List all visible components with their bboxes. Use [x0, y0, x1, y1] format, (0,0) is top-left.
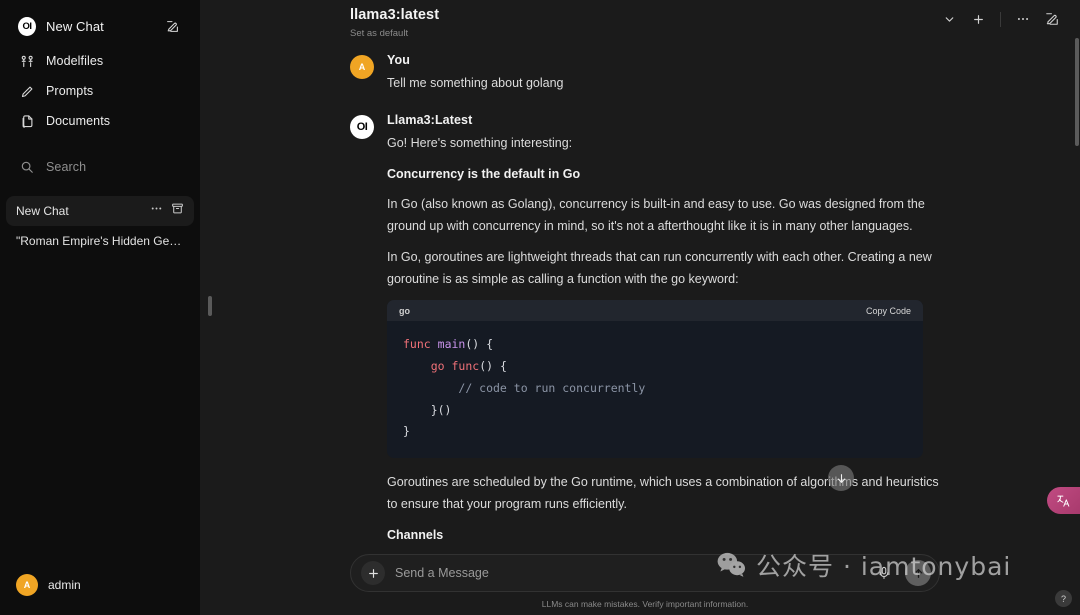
sidebar-search[interactable]: Search	[6, 152, 194, 182]
plus-icon[interactable]	[361, 561, 385, 585]
compose-icon[interactable]	[1042, 9, 1062, 29]
avatar: A	[350, 55, 374, 79]
assistant-paragraph-1: In Go (also known as Golang), concurrenc…	[387, 197, 925, 233]
chat-item-actions	[150, 202, 184, 220]
ellipsis-icon[interactable]	[1013, 9, 1033, 29]
chat-history-item[interactable]: "Roman Empire's Hidden Gems"	[6, 226, 194, 256]
sidebar-resize-handle[interactable]	[208, 296, 212, 316]
ellipsis-icon[interactable]	[150, 202, 163, 220]
sidebar-item-modelfiles-label: Modelfiles	[46, 54, 104, 68]
scroll-to-bottom-button[interactable]	[828, 465, 854, 491]
documents-icon	[18, 112, 36, 130]
plus-icon[interactable]	[968, 9, 988, 29]
assistant-heading-concurrency: Concurrency is the default in Go	[387, 167, 581, 181]
sidebar-search-label: Search	[46, 160, 87, 174]
set-as-default-link[interactable]: Set as default	[350, 28, 439, 39]
message-author: Llama3:Latest	[387, 112, 473, 127]
compose-icon[interactable]	[162, 16, 182, 36]
composer-area: LLMs can make mistakes. Verify important…	[200, 544, 1080, 615]
vertical-scrollbar[interactable]	[1075, 38, 1079, 146]
search-icon	[18, 158, 36, 176]
chat-header-left: llama3:latest Set as default	[350, 7, 439, 39]
sidebar-new-chat-label: New Chat	[46, 18, 104, 34]
chat-history-item-title: "Roman Empire's Hidden Gems"	[16, 234, 184, 248]
assistant-paragraph-3: Goroutines are scheduled by the Go runti…	[387, 475, 939, 511]
copy-code-button[interactable]: Copy Code	[866, 306, 911, 316]
message-input[interactable]	[395, 566, 863, 580]
sidebar-new-chat[interactable]: OI New Chat	[6, 10, 194, 42]
chat-header-actions	[939, 7, 1062, 29]
header-divider	[1000, 11, 1001, 27]
message-body: Llama3:Latest Go! Here's something inter…	[387, 113, 940, 556]
translate-icon	[1057, 495, 1070, 507]
logo-text: OI	[18, 16, 36, 36]
chat-history-item-active[interactable]: New Chat	[6, 196, 194, 226]
code-block-header: go Copy Code	[387, 300, 923, 321]
microphone-icon[interactable]	[873, 562, 895, 584]
assistant-paragraph-2: In Go, goroutines are lightweight thread…	[387, 250, 932, 286]
composer-disclaimer: LLMs can make mistakes. Verify important…	[541, 599, 749, 609]
assistant-intro-paragraph: Go! Here's something interesting:	[387, 135, 573, 150]
chat-history-list: New Chat "Roman Empire's Hidden Gems"	[0, 196, 200, 256]
archive-icon[interactable]	[171, 202, 184, 220]
code-block-content[interactable]: func main() { go func() { // code to run…	[387, 321, 923, 458]
main-panel: llama3:latest Set as default A You Tell …	[200, 0, 1080, 615]
sidebar-divider-gap	[0, 136, 200, 148]
chat-history-item-title: New Chat	[16, 204, 69, 218]
message-text: Tell me something about golang	[387, 76, 564, 90]
assistant-heading-channels: Channels	[387, 528, 444, 543]
message-body: You Tell me something about golang	[387, 53, 940, 95]
message-user: A You Tell me something about golang	[350, 53, 940, 95]
pencil-icon	[18, 82, 36, 100]
avatar: A	[16, 574, 38, 596]
app-root: OI New Chat Modelfiles Prompts Documents…	[0, 0, 1080, 615]
sidebar: OI New Chat Modelfiles Prompts Documents…	[0, 0, 200, 615]
openwebui-logo-icon: OI	[18, 16, 36, 36]
messages-scroll-area[interactable]: A You Tell me something about golang OI …	[200, 48, 1080, 615]
chat-header: llama3:latest Set as default	[200, 0, 1080, 48]
code-language-label: go	[399, 305, 410, 316]
code-block: go Copy Code func main() { go func() { /…	[387, 300, 923, 459]
help-button[interactable]: ?	[1055, 590, 1072, 607]
sidebar-item-documents[interactable]: Documents	[6, 106, 194, 136]
openwebui-logo-icon: OI	[350, 114, 374, 139]
sidebar-username: admin	[48, 578, 81, 592]
message-composer	[350, 554, 940, 592]
message-avatar: A	[350, 53, 374, 95]
model-title[interactable]: llama3:latest	[350, 7, 439, 23]
send-button[interactable]	[905, 560, 931, 586]
sidebar-item-documents-label: Documents	[46, 114, 111, 128]
sidebar-item-prompts[interactable]: Prompts	[6, 76, 194, 106]
sidebar-item-modelfiles[interactable]: Modelfiles	[6, 46, 194, 76]
modelfiles-icon	[18, 52, 36, 70]
translate-widget-button[interactable]	[1047, 487, 1080, 514]
message-avatar: OI	[350, 113, 374, 556]
sidebar-user-menu[interactable]: A admin	[6, 565, 194, 605]
message-author: You	[387, 53, 410, 67]
sidebar-item-prompts-label: Prompts	[46, 84, 94, 98]
chevron-down-icon[interactable]	[939, 9, 959, 29]
message-assistant: OI Llama3:Latest Go! Here's something in…	[350, 113, 940, 556]
